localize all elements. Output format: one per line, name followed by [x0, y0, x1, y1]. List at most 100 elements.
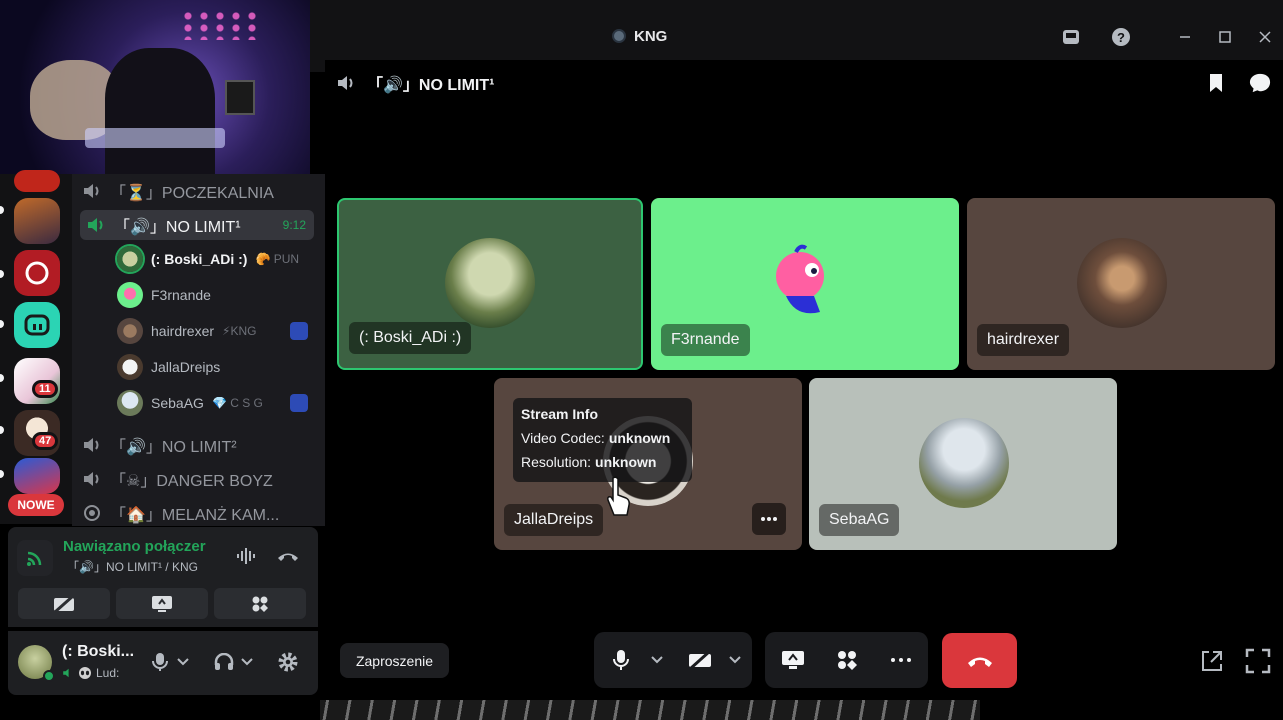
screen-share-icon [152, 595, 172, 612]
channel-label: 「☠」DANGER BOYZ [110, 473, 273, 490]
participant-tile[interactable]: hairdrexer [967, 198, 1275, 370]
member-tag: ⚡KNG [222, 324, 257, 338]
microphone-icon[interactable] [148, 650, 172, 674]
disconnect-icon[interactable] [277, 545, 299, 567]
server-icon-4[interactable] [14, 302, 60, 348]
keyboard-glow-image [85, 128, 225, 148]
member-tag: 💎 C S G [211, 396, 263, 410]
participant-name: F3rnande [661, 324, 750, 356]
avatar [760, 236, 850, 326]
user-name[interactable]: (: Boski... [62, 643, 134, 661]
server-icon-1[interactable] [14, 170, 60, 192]
minimize-icon[interactable] [1174, 26, 1196, 48]
resolution-label: Resolution: [521, 454, 592, 470]
more-options-icon[interactable] [889, 648, 913, 672]
member-item[interactable]: (: Boski_ADi :) 🥐 PUN [117, 245, 299, 273]
webcam-feed [0, 0, 310, 174]
help-icon[interactable]: ? [1110, 26, 1132, 48]
stream-info-title: Stream Info [521, 406, 599, 422]
call-timer: 9:12 [282, 218, 306, 232]
voice-channel-icon [84, 472, 99, 486]
online-status-icon [43, 670, 55, 682]
close-icon[interactable] [1254, 26, 1276, 48]
headphones-icon[interactable] [212, 650, 236, 674]
participant-tile[interactable]: SebaAG [809, 378, 1117, 550]
member-name: JallaDreips [151, 359, 221, 375]
chevron-down-icon[interactable] [650, 652, 664, 668]
mention-badge: 11 [32, 380, 58, 398]
channel-item-danger-boyz[interactable]: 「☠」DANGER BOYZ [82, 464, 273, 494]
activities-button[interactable] [214, 588, 306, 619]
monitor-image [225, 80, 255, 115]
avatar [919, 418, 1009, 508]
member-item[interactable]: JallaDreips [117, 353, 220, 381]
avatar [117, 318, 143, 344]
bookmark-icon[interactable] [1205, 72, 1227, 94]
member-item[interactable]: SebaAG 💎 C S G [117, 389, 317, 417]
noise-suppression-icon[interactable] [236, 545, 258, 567]
background-overlay [320, 700, 980, 720]
chat-icon[interactable] [1249, 72, 1271, 94]
pop-out-icon[interactable] [1199, 648, 1225, 674]
member-tag: 🥐 PUN [255, 252, 300, 266]
participant-tile[interactable]: F3rnande [651, 198, 959, 370]
new-badge[interactable]: NOWE [8, 494, 64, 516]
avatar [117, 390, 143, 416]
user-subtext: Lud: [62, 666, 119, 680]
alien-icon [79, 667, 91, 679]
channel-label: 「⏳」POCZEKALNIA [110, 185, 274, 202]
member-item[interactable]: F3rnande [117, 281, 211, 309]
hand-cursor-icon [606, 476, 632, 520]
member-item[interactable]: hairdrexer ⚡KNG [117, 317, 317, 345]
channel-title: 「🔊」NO LIMIT¹ [367, 77, 495, 94]
resolution-value: unknown [595, 454, 657, 470]
channel-item-no-limit-2[interactable]: 「🔊」NO LIMIT² [82, 430, 237, 460]
member-name: SebaAG [151, 395, 204, 411]
mention-badge: 47 [32, 432, 59, 450]
codec-label: Video Codec: [521, 430, 605, 446]
invite-button[interactable]: Zaproszenie [340, 643, 449, 678]
user-activity: Lud: [96, 666, 120, 680]
disconnect-button[interactable] [942, 633, 1017, 688]
member-name: F3rnande [151, 287, 211, 303]
stream-info-panel: Stream Info Video Codec: unknown Resolut… [513, 398, 692, 482]
voice-channel-icon [84, 184, 99, 198]
voice-stage [325, 60, 1283, 700]
screen-share-icon[interactable] [781, 648, 805, 672]
member-name: hairdrexer [151, 323, 215, 339]
channel-label: 「🔊」NO LIMIT¹ [114, 219, 241, 236]
connection-status[interactable]: Nawiązano połączer [63, 538, 206, 555]
microphone-icon[interactable] [609, 648, 633, 672]
screen-share-button[interactable] [116, 588, 208, 619]
participant-name: JallaDreips [504, 504, 604, 536]
participant-tile[interactable]: (: Boski_ADi :) [337, 198, 643, 370]
voice-icon [63, 668, 69, 678]
participant-name: (: Boski_ADi :) [349, 322, 472, 354]
streamer-image [105, 48, 215, 174]
connection-channel[interactable]: 「🔊」NO LIMIT¹ / KNG [67, 558, 198, 575]
channel-item-melanz[interactable]: 「🏠」MELANŻ KAM... [82, 498, 279, 528]
camera-toggle-button[interactable] [18, 588, 110, 619]
channel-item-no-limit-1[interactable]: 「🔊」NO LIMIT¹ 9:12 [80, 210, 314, 240]
more-options-button[interactable] [752, 503, 786, 535]
codec-value: unknown [608, 430, 671, 446]
chevron-down-icon[interactable] [240, 650, 254, 674]
camera-off-icon [54, 594, 74, 613]
camera-off-icon[interactable] [688, 648, 712, 672]
chevron-down-icon[interactable] [176, 650, 190, 674]
server-icon-7[interactable] [14, 458, 60, 494]
server-icon-3[interactable] [14, 250, 60, 296]
maximize-icon[interactable] [1214, 26, 1236, 48]
chevron-down-icon[interactable] [728, 652, 742, 668]
server-icon-2[interactable] [14, 198, 60, 244]
connection-icon[interactable] [17, 540, 53, 576]
activities-icon[interactable] [835, 648, 859, 672]
fullscreen-icon[interactable] [1245, 648, 1271, 674]
inbox-icon[interactable] [1060, 26, 1082, 48]
participant-name: SebaAG [819, 504, 900, 536]
channel-item-poczekalnia[interactable]: 「⏳」POCZEKALNIA [82, 176, 274, 206]
settings-gear-icon[interactable] [276, 650, 300, 674]
boost-icon [290, 394, 308, 412]
avatar [117, 246, 143, 272]
voice-channel-icon [338, 76, 353, 90]
